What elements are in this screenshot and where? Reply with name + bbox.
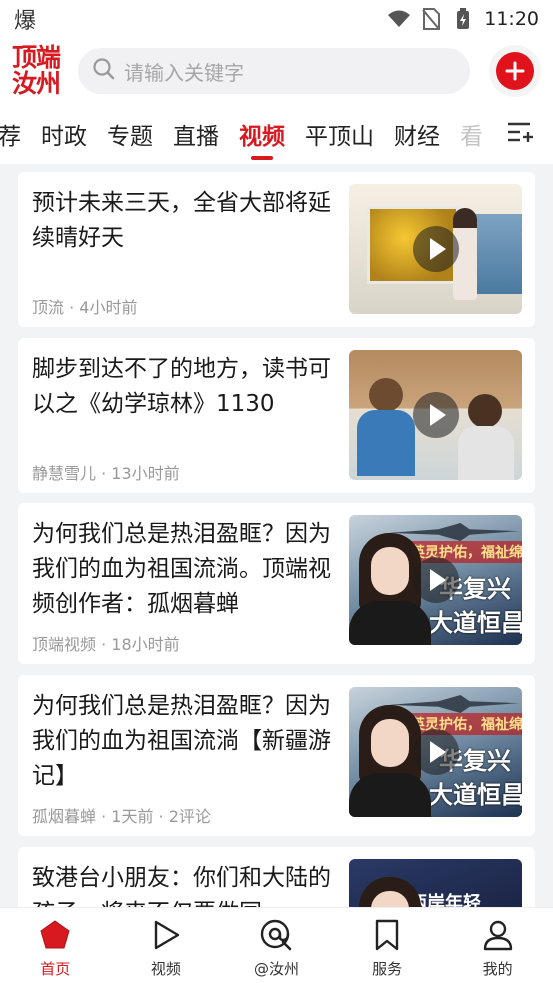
status-icons: 11:20 xyxy=(388,8,539,30)
app-logo[interactable]: 顶端 汝州 xyxy=(12,43,68,99)
video-card[interactable]: 为何我们总是热泪盈眶？因为我们的血为祖国流淌。顶端视频创作者：孤烟暮蝉 顶端视频… xyxy=(18,503,535,664)
video-card[interactable]: 致港台小朋友：你们和大陆的孩子一将来不仅要做同 两岸年轻 xyxy=(18,847,535,907)
nav-home[interactable]: 首页 xyxy=(0,908,111,983)
nav-profile-label: 我的 xyxy=(482,960,513,978)
search-placeholder: 请输入关键字 xyxy=(124,60,244,85)
tab-finance[interactable]: 财经 xyxy=(394,104,440,164)
tab-pingdingshan[interactable]: 平顶山 xyxy=(305,104,374,164)
weather-forecast-thumbnail[interactable] xyxy=(349,184,522,314)
play-icon xyxy=(412,557,459,603)
status-notification-text: 爆 xyxy=(14,9,37,34)
video-title: 致港台小朋友：你们和大陆的孩子一将来不仅要做同 xyxy=(32,865,331,907)
thumbnail-caption-2: 大道恒昌 xyxy=(429,781,522,809)
host-thumbnail[interactable]: 两岸年轻 xyxy=(349,859,522,907)
plus-icon xyxy=(496,52,534,90)
bookmark-icon xyxy=(370,918,404,952)
nav-video[interactable]: 视频 xyxy=(111,908,222,983)
tab-politics[interactable]: 时政 xyxy=(41,104,87,164)
battery-charging-icon xyxy=(452,8,474,30)
nav-video-label: 视频 xyxy=(150,960,181,978)
play-icon xyxy=(412,226,459,272)
tab-video[interactable]: 视频 xyxy=(239,104,285,164)
tab-row: 荐 时政 专题 直播 视频 平顶山 财经 看 xyxy=(0,104,503,164)
tab-partial[interactable]: 看 xyxy=(460,104,483,164)
play-icon xyxy=(412,729,459,775)
nav-service-label: 服务 xyxy=(372,960,403,978)
video-title: 脚步到达不了的地方，读书可以之《幼学琼林》1130 xyxy=(32,356,331,417)
nav-at-ruzhou[interactable]: @汝州 xyxy=(221,908,332,983)
search-input[interactable]: 请输入关键字 xyxy=(78,48,470,94)
play-icon xyxy=(412,392,459,438)
video-title: 为何我们总是热泪盈眶？因为我们的血为祖国流淌【新疆游记】 xyxy=(32,693,331,789)
status-time: 11:20 xyxy=(484,8,539,30)
wifi-icon xyxy=(388,8,411,30)
video-title: 预计未来三天，全省大部将延续晴好天 xyxy=(32,190,331,251)
home-icon xyxy=(38,918,72,952)
video-card[interactable]: 脚步到达不了的地方，读书可以之《幼学琼林》1130 静慧雪儿 · 13小时前 xyxy=(18,338,535,493)
thumbnail-caption-2: 大道恒昌 xyxy=(429,609,522,637)
children-reading-thumbnail[interactable] xyxy=(349,350,522,480)
video-title: 为何我们总是热泪盈眶？因为我们的血为祖国流淌。顶端视频创作者：孤烟暮蝉 xyxy=(32,521,331,617)
video-card[interactable]: 为何我们总是热泪盈眶？因为我们的血为祖国流淌【新疆游记】 孤烟暮蝉 · 1天前 … xyxy=(18,675,535,836)
search-icon xyxy=(92,57,116,85)
host-thumbnail[interactable]: 英灵护佑，福祉绵 华复兴 大道恒昌 xyxy=(349,515,522,645)
no-sim-icon xyxy=(420,8,442,30)
channel-menu-icon xyxy=(506,120,534,148)
tab-topics[interactable]: 专题 xyxy=(107,104,153,164)
tab-recommend[interactable]: 荐 xyxy=(0,104,21,164)
bottom-navigation: 首页 视频 @汝州 服务 我的 xyxy=(0,907,553,983)
logo-line-2: 汝州 xyxy=(12,69,61,98)
tab-live[interactable]: 直播 xyxy=(173,104,219,164)
channel-tabs: 荐 时政 专题 直播 视频 平顶山 财经 看 xyxy=(0,104,553,164)
video-meta: 静慧雪儿 · 13小时前 xyxy=(32,464,180,483)
nav-profile[interactable]: 我的 xyxy=(442,908,553,983)
nav-service[interactable]: 服务 xyxy=(332,908,443,983)
video-play-icon xyxy=(149,918,183,952)
app-header: 顶端 汝州 请输入关键字 xyxy=(0,38,553,104)
video-meta: 孤烟暮蝉 · 1天前 · 2评论 xyxy=(32,807,211,826)
nav-at-ruzhou-label: @汝州 xyxy=(253,960,299,978)
status-bar: 爆 11:20 xyxy=(0,0,553,38)
add-button[interactable] xyxy=(489,45,541,97)
video-feed: 预计未来三天，全省大部将延续晴好天 顶流 · 4小时前 脚步到达不了的地方，读书… xyxy=(18,172,535,907)
host-thumbnail[interactable]: 英灵护佑，福祉绵 华复兴 大道恒昌 xyxy=(349,687,522,817)
video-meta: 顶流 · 4小时前 xyxy=(32,298,138,317)
nav-home-label: 首页 xyxy=(40,960,71,978)
logo-line-1: 顶端 xyxy=(12,43,61,72)
video-meta: 顶端视频 · 18小时前 xyxy=(32,635,180,654)
channel-menu-button[interactable] xyxy=(487,104,553,164)
video-card[interactable]: 预计未来三天，全省大部将延续晴好天 顶流 · 4小时前 xyxy=(18,172,535,327)
profile-icon xyxy=(481,918,515,952)
at-location-icon xyxy=(259,918,293,952)
